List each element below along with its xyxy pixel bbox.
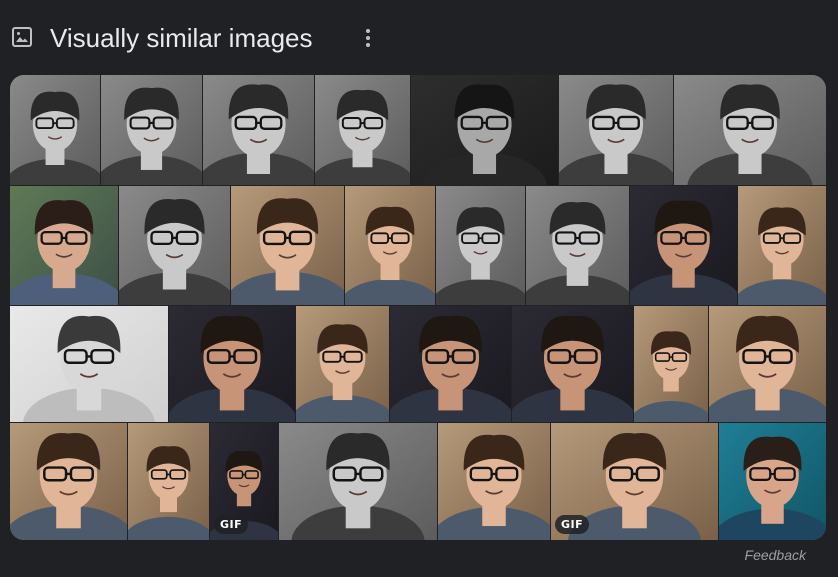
- section-title: Visually similar images: [50, 23, 313, 53]
- image-result-tile[interactable]: [119, 186, 230, 305]
- image-result-tile[interactable]: [296, 306, 389, 422]
- image-result-tile[interactable]: [438, 423, 550, 540]
- thumbnail-image: [296, 306, 389, 422]
- section-header: Visually similar images: [0, 0, 838, 75]
- image-result-tile[interactable]: [10, 75, 100, 185]
- thumbnail-image: [119, 186, 230, 305]
- image-result-tile[interactable]: [630, 186, 737, 305]
- image-result-tile[interactable]: [169, 306, 295, 422]
- thumbnail-image: [411, 75, 558, 185]
- thumbnail-image: [719, 423, 826, 540]
- thumbnail-image: [101, 75, 202, 185]
- thumbnail-image: [526, 186, 629, 305]
- thumbnail-image: [231, 186, 344, 305]
- image-result-tile[interactable]: [436, 186, 525, 305]
- thumbnail-image: [345, 186, 435, 305]
- image-result-tile[interactable]: [559, 75, 673, 185]
- thumbnail-image: [390, 306, 511, 422]
- image-result-tile[interactable]: [315, 75, 410, 185]
- image-result-tile[interactable]: [279, 423, 437, 540]
- gif-badge: GIF: [555, 515, 590, 534]
- thumbnail-image: [436, 186, 525, 305]
- image-result-tile[interactable]: [231, 186, 344, 305]
- gif-badge: GIF: [214, 515, 249, 534]
- thumbnail-image: [674, 75, 826, 185]
- image-result-tile[interactable]: [411, 75, 558, 185]
- image-result-tile[interactable]: [738, 186, 826, 305]
- thumbnail-image: [10, 423, 127, 540]
- image-result-tile[interactable]: [634, 306, 708, 422]
- image-result-tile[interactable]: [526, 186, 629, 305]
- image-result-tile[interactable]: [203, 75, 314, 185]
- thumbnail-image: [10, 306, 168, 422]
- image-result-tile[interactable]: GIF: [210, 423, 278, 540]
- thumbnail-image: [169, 306, 295, 422]
- image-result-tile[interactable]: [512, 306, 633, 422]
- image-icon: [12, 27, 32, 47]
- image-result-tile[interactable]: [10, 186, 118, 305]
- image-result-tile[interactable]: [345, 186, 435, 305]
- thumbnail-image: [10, 186, 118, 305]
- thumbnail-image: [559, 75, 673, 185]
- thumbnail-image: [738, 186, 826, 305]
- thumbnail-image: [630, 186, 737, 305]
- image-result-tile[interactable]: [674, 75, 826, 185]
- image-result-tile[interactable]: [719, 423, 826, 540]
- image-result-tile[interactable]: [101, 75, 202, 185]
- thumbnail-image: [634, 306, 708, 422]
- thumbnail-image: [315, 75, 410, 185]
- image-result-tile[interactable]: [390, 306, 511, 422]
- thumbnail-image: [512, 306, 633, 422]
- thumbnail-image: [128, 423, 209, 540]
- thumbnail-image: [709, 306, 826, 422]
- image-result-tile[interactable]: [10, 306, 168, 422]
- image-result-tile[interactable]: [709, 306, 826, 422]
- thumbnail-image: [10, 75, 100, 185]
- more-vert-icon[interactable]: [358, 26, 378, 50]
- image-grid: GIF GIF: [10, 75, 826, 540]
- thumbnail-image: [279, 423, 437, 540]
- image-result-tile[interactable]: [10, 423, 127, 540]
- thumbnail-image: [438, 423, 550, 540]
- image-result-tile[interactable]: [128, 423, 209, 540]
- feedback-link[interactable]: Feedback: [745, 547, 806, 563]
- image-result-tile[interactable]: GIF: [551, 423, 718, 540]
- thumbnail-image: [203, 75, 314, 185]
